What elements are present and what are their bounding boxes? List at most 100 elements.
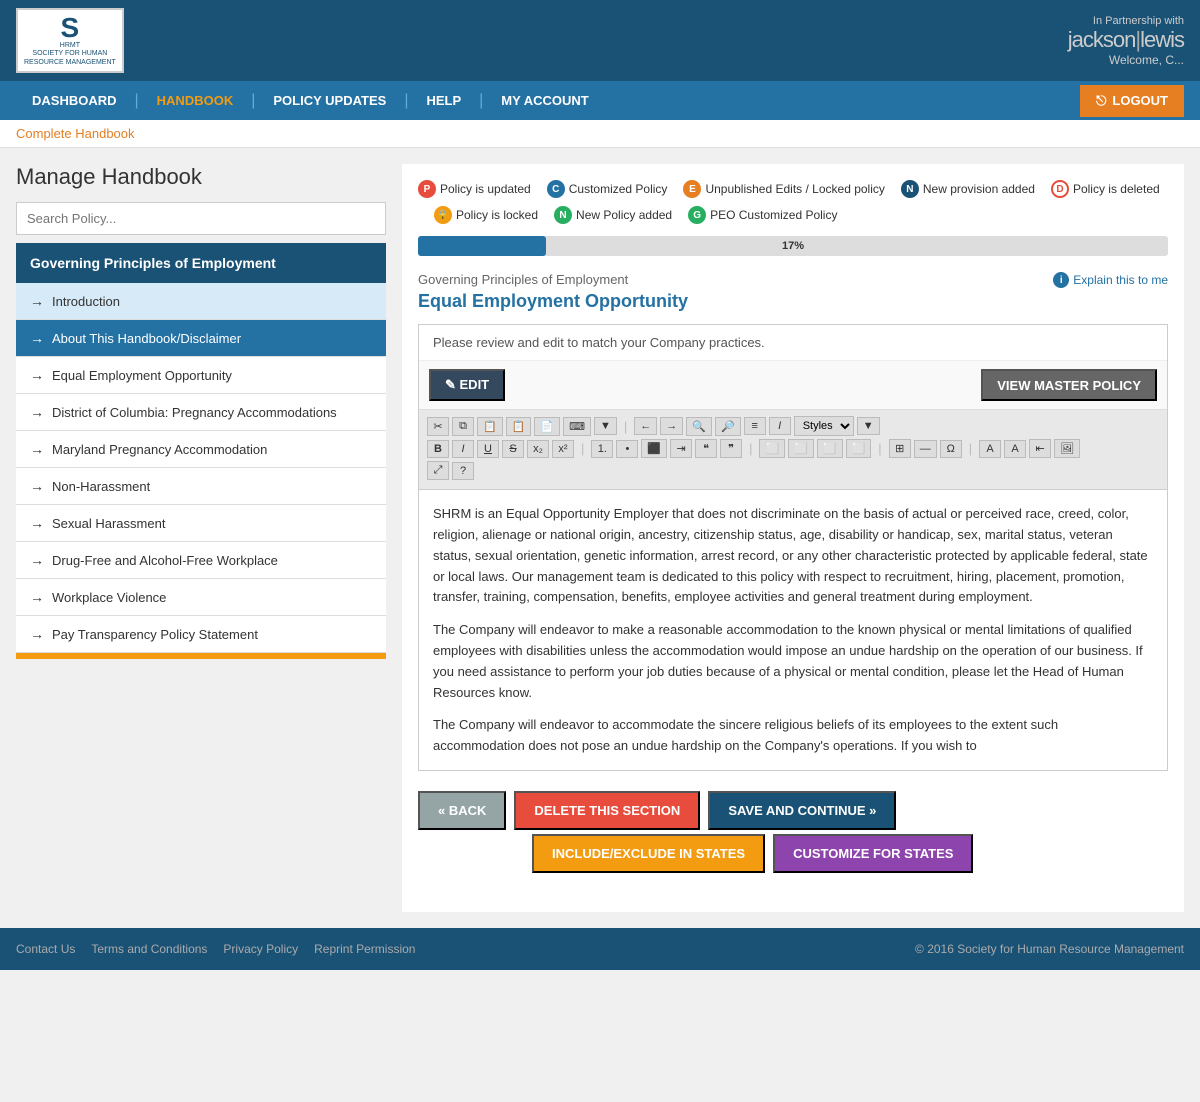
explain-link[interactable]: i Explain this to me xyxy=(1053,272,1168,288)
tb-paste3[interactable]: 📄 xyxy=(534,417,560,436)
content-para-2: The Company will endeavor to make a reas… xyxy=(433,620,1153,703)
tb-strikethrough[interactable]: S xyxy=(502,440,524,458)
editor-actions: ✎ EDIT VIEW MASTER POLICY xyxy=(419,361,1167,410)
tb-hr[interactable]: — xyxy=(914,440,937,458)
nav-help[interactable]: HELP xyxy=(410,81,477,120)
tb-indent2[interactable]: ⇤ xyxy=(1029,439,1051,458)
tb-align-r[interactable]: ⬜ xyxy=(817,439,843,458)
main-content: Manage Handbook Governing Principles of … xyxy=(0,148,1200,928)
tb-italic-2[interactable]: I xyxy=(769,417,791,435)
legend-label-n2: New Policy added xyxy=(576,208,672,222)
tb-copy[interactable]: ⧉ xyxy=(452,417,474,436)
sidebar-item-maryland-pregnancy[interactable]: → Maryland Pregnancy Accommodation xyxy=(16,431,386,468)
sidebar-item-introduction[interactable]: → Introduction xyxy=(16,283,386,320)
progress-label: 17% xyxy=(782,240,804,252)
tb-align-l[interactable]: ⬜ xyxy=(759,439,785,458)
tb-styles-select[interactable]: Styles xyxy=(794,416,854,436)
tb-font-a2[interactable]: A xyxy=(1004,440,1026,458)
arrow-icon: → xyxy=(30,293,44,309)
view-master-button[interactable]: VIEW MASTER POLICY xyxy=(981,369,1157,401)
tb-subscript[interactable]: x₂ xyxy=(527,440,549,458)
editor-content[interactable]: SHRM is an Equal Opportunity Employer th… xyxy=(419,490,1167,770)
badge-p: P xyxy=(418,180,436,198)
arrow-icon: → xyxy=(30,626,44,642)
sidebar-item-label: District of Columbia: Pregnancy Accommod… xyxy=(52,405,337,420)
page-title: Manage Handbook xyxy=(16,164,386,190)
tb-table[interactable]: ⊞ xyxy=(889,439,911,458)
header-right: In Partnership with jackson|lewis Welcom… xyxy=(1068,15,1184,67)
breadcrumb-bar: Complete Handbook xyxy=(0,120,1200,148)
tb-menu[interactable]: ▼ xyxy=(594,417,617,435)
right-panel: P Policy is updated C Customized Policy … xyxy=(402,164,1184,912)
legend-label-p: Policy is updated xyxy=(440,182,531,196)
sidebar-item-dc-pregnancy[interactable]: → District of Columbia: Pregnancy Accomm… xyxy=(16,394,386,431)
sidebar-item-non-harassment[interactable]: → Non-Harassment xyxy=(16,468,386,505)
footer-contact[interactable]: Contact Us xyxy=(16,942,75,956)
tb-find[interactable]: 🔍 xyxy=(686,417,712,436)
tb-paste2[interactable]: 📋 xyxy=(506,417,532,436)
legend-item-p: P Policy is updated xyxy=(418,180,531,198)
legend-item-c: C Customized Policy xyxy=(547,180,668,198)
tb-indent[interactable]: ⇥ xyxy=(670,439,692,458)
footer-privacy[interactable]: Privacy Policy xyxy=(223,942,298,956)
tb-redo[interactable]: → xyxy=(660,417,683,435)
back-button[interactable]: « BACK xyxy=(418,791,506,830)
footer-reprint[interactable]: Reprint Permission xyxy=(314,942,415,956)
tb-align-justify[interactable]: ≡ xyxy=(744,417,766,435)
tb-special-char[interactable]: Ω xyxy=(940,440,962,458)
sidebar-item-pay-transparency[interactable]: → Pay Transparency Policy Statement xyxy=(16,616,386,653)
tb-ul[interactable]: • xyxy=(616,440,638,458)
sidebar-item-sexual-harassment[interactable]: → Sexual Harassment xyxy=(16,505,386,542)
customize-states-button[interactable]: CUSTOMIZE FOR STATES xyxy=(773,834,973,873)
sidebar-item-about[interactable]: → About This Handbook/Disclaimer xyxy=(16,320,386,357)
tb-quote2[interactable]: ❞ xyxy=(720,439,742,458)
arrow-icon: → xyxy=(30,478,44,494)
tb-cut[interactable]: ✂ xyxy=(427,417,449,436)
partner-name-main: jackson xyxy=(1068,27,1136,52)
footer-terms[interactable]: Terms and Conditions xyxy=(91,942,207,956)
arrow-icon: → xyxy=(30,367,44,383)
tb-source[interactable]: ⌨ xyxy=(563,417,591,436)
edit-button[interactable]: ✎ EDIT xyxy=(429,369,505,401)
tb-undo[interactable]: ← xyxy=(634,417,657,435)
sidebar-item-eeo[interactable]: → Equal Employment Opportunity xyxy=(16,357,386,394)
tb-align-left[interactable]: ⬛ xyxy=(641,439,667,458)
tb-underline[interactable]: U xyxy=(477,440,499,458)
sidebar: Manage Handbook Governing Principles of … xyxy=(16,164,386,912)
arrow-icon: → xyxy=(30,330,44,346)
sidebar-item-workplace-violence[interactable]: → Workplace Violence xyxy=(16,579,386,616)
delete-button[interactable]: DELETE THIS SECTION xyxy=(514,791,700,830)
include-exclude-button[interactable]: INCLUDE/EXCLUDE IN STATES xyxy=(532,834,765,873)
tb-dropdown[interactable]: ▼ xyxy=(857,417,880,435)
nav-my-account[interactable]: MY ACCOUNT xyxy=(485,81,604,120)
sidebar-item-label: About This Handbook/Disclaimer xyxy=(52,331,241,346)
welcome-text: Welcome, C... xyxy=(1068,53,1184,67)
tb-img[interactable]: 🖼 xyxy=(1054,439,1080,458)
partner-label: In Partnership with xyxy=(1068,15,1184,27)
tb-find2[interactable]: 🔎 xyxy=(715,417,741,436)
tb-bold[interactable]: B xyxy=(427,440,449,458)
tb-ol[interactable]: 1. xyxy=(591,440,613,458)
tb-help[interactable]: ? xyxy=(452,462,474,480)
tb-superscript[interactable]: x² xyxy=(552,440,574,458)
nav-handbook[interactable]: HANDBOOK xyxy=(141,81,250,120)
tb-expand[interactable]: ⤢ xyxy=(427,461,449,480)
info-icon: i xyxy=(1053,272,1069,288)
search-input[interactable] xyxy=(16,202,386,235)
sidebar-section-header: Governing Principles of Employment xyxy=(16,243,386,283)
tb-align-c[interactable]: ⬜ xyxy=(788,439,814,458)
tb-align-full[interactable]: ⬜ xyxy=(846,439,872,458)
tb-font-a[interactable]: A xyxy=(979,440,1001,458)
tb-quote[interactable]: ❝ xyxy=(695,439,717,458)
save-continue-button[interactable]: SAVE AND CONTINUE » xyxy=(708,791,896,830)
nav-dashboard[interactable]: DASHBOARD xyxy=(16,81,133,120)
breadcrumb-link[interactable]: Complete Handbook xyxy=(16,126,135,141)
partner-name2: lewis xyxy=(1140,27,1184,52)
sidebar-item-drug-free[interactable]: → Drug-Free and Alcohol-Free Workplace xyxy=(16,542,386,579)
logout-button[interactable]: ⎋ LOGOUT xyxy=(1080,85,1184,117)
tb-italic[interactable]: I xyxy=(452,440,474,458)
nav-policy-updates[interactable]: POLICY UPDATES xyxy=(257,81,402,120)
tb-paste[interactable]: 📋 xyxy=(477,417,503,436)
tb-divider4: | xyxy=(878,441,881,456)
arrow-icon: → xyxy=(30,552,44,568)
